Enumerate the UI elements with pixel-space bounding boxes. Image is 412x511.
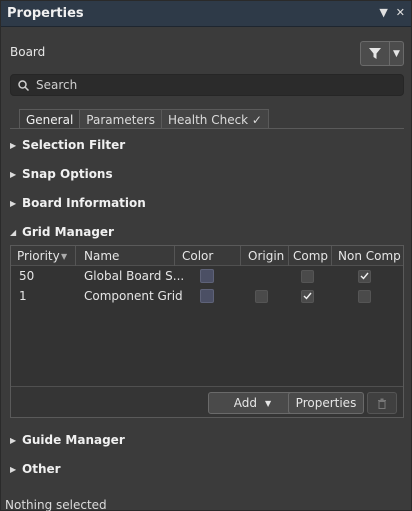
grid-manager-table: Priority ▼ Name Color Origin Comp Non Co… <box>10 245 404 418</box>
section-label: Snap Options <box>22 167 113 181</box>
add-button-label: Add <box>233 396 258 410</box>
properties-panel: Properties ▼ ✕ Board ▼ Search General Pa… <box>0 0 412 511</box>
section-grid-manager[interactable]: ◢ Grid Manager <box>10 225 114 239</box>
pin-icon[interactable]: ▼ <box>379 6 387 19</box>
sort-arrow-icon: ▼ <box>61 251 68 261</box>
trash-icon <box>378 398 386 409</box>
properties-button[interactable]: Properties <box>288 392 364 414</box>
expand-arrow-icon: ▶ <box>10 198 17 208</box>
section-label: Guide Manager <box>22 433 125 447</box>
row-origin-checkbox[interactable] <box>255 286 268 306</box>
expand-arrow-icon: ▶ <box>10 169 17 179</box>
tab-health-check[interactable]: Health Check ✓ <box>160 109 269 129</box>
table-row[interactable]: 1 Component Grid <box>11 286 403 306</box>
add-button[interactable]: Add ▼ <box>208 392 297 414</box>
tab-parameters[interactable]: Parameters <box>79 109 162 129</box>
row-color[interactable] <box>200 266 214 286</box>
section-other[interactable]: ▶ Other <box>10 462 61 476</box>
search-placeholder: Search <box>36 78 78 92</box>
section-label: Selection Filter <box>22 138 126 152</box>
collapse-arrow-icon: ◢ <box>10 227 17 237</box>
column-header-origin[interactable]: Origin <box>240 246 284 266</box>
row-color[interactable] <box>200 286 214 306</box>
row-name: Component Grid <box>84 289 183 303</box>
panel-title: Properties <box>7 6 84 21</box>
status-text: Nothing selected <box>5 498 107 511</box>
section-label: Board Information <box>22 196 146 210</box>
tab-bar: General Parameters Health Check ✓ <box>19 109 269 129</box>
filter-button[interactable]: ▼ <box>360 41 404 66</box>
column-header-non-comp[interactable]: Non Comp <box>331 246 401 266</box>
table-footer: Add ▼ Properties <box>11 386 403 417</box>
section-label: Other <box>22 462 61 476</box>
row-priority: 1 <box>19 289 27 303</box>
search-input[interactable]: Search <box>10 74 404 96</box>
filter-icon[interactable] <box>361 42 390 65</box>
section-snap-options[interactable]: ▶ Snap Options <box>10 167 113 181</box>
column-header-comp[interactable]: Comp <box>288 246 328 266</box>
expand-arrow-icon: ▶ <box>10 464 17 474</box>
section-board-information[interactable]: ▶ Board Information <box>10 196 146 210</box>
section-selection-filter[interactable]: ▶ Selection Filter <box>10 138 125 152</box>
panel-titlebar: Properties ▼ ✕ <box>1 1 411 27</box>
chevron-down-icon[interactable]: ▼ <box>390 49 403 59</box>
row-name: Global Board S... <box>84 269 185 283</box>
object-type-label: Board <box>10 45 46 59</box>
tab-divider <box>10 128 404 129</box>
close-icon[interactable]: ✕ <box>396 6 405 19</box>
row-non-comp-checkbox[interactable] <box>358 286 371 306</box>
column-header-color[interactable]: Color <box>174 246 213 266</box>
chevron-down-icon: ▼ <box>265 398 272 408</box>
expand-arrow-icon: ▶ <box>10 140 17 150</box>
table-row[interactable]: 50 Global Board S... <box>11 266 403 286</box>
row-comp-checkbox[interactable] <box>301 266 314 286</box>
section-guide-manager[interactable]: ▶ Guide Manager <box>10 433 125 447</box>
tab-general[interactable]: General <box>19 109 81 129</box>
table-header: Priority ▼ Name Color Origin Comp Non Co… <box>11 246 403 266</box>
search-icon <box>18 79 29 91</box>
column-header-priority[interactable]: Priority <box>17 246 60 266</box>
column-header-name[interactable]: Name <box>75 246 119 266</box>
row-priority: 50 <box>19 269 35 283</box>
section-label: Grid Manager <box>22 225 114 239</box>
delete-button[interactable] <box>367 392 397 414</box>
row-non-comp-checkbox[interactable] <box>358 266 371 286</box>
row-comp-checkbox[interactable] <box>301 286 314 306</box>
expand-arrow-icon: ▶ <box>10 435 17 445</box>
